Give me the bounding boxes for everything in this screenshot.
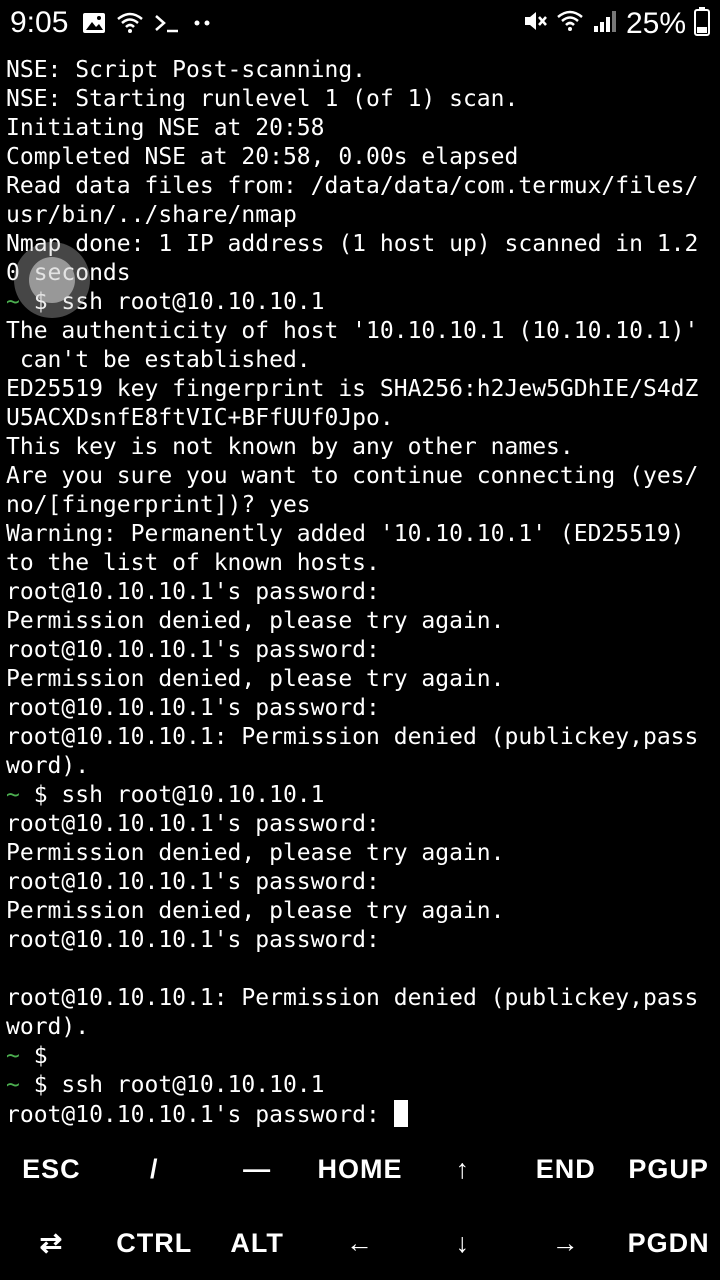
touch-indicator-core [29, 257, 75, 303]
extra-key-pgdn[interactable]: PGDN [617, 1206, 720, 1280]
terminal-line: Permission denied, please try again. [6, 840, 505, 866]
status-left-icons [82, 12, 214, 39]
extra-key-symbol-3[interactable]: ← [309, 1206, 412, 1280]
terminal-line: Are you sure you want to continue connec… [6, 463, 699, 489]
extra-keys-row-2: ⇄ CTRL ALT ← ↓ → PGDN [0, 1206, 720, 1280]
terminal-line: root@10.10.10.1's password: [6, 1100, 716, 1129]
more-dots-icon [190, 12, 214, 39]
terminal-line: word). [6, 1014, 90, 1040]
extra-key-end[interactable]: END [514, 1132, 617, 1206]
terminal-line: NSE: Script Post-scanning. [6, 57, 367, 83]
extra-key-ctrl[interactable]: CTRL [103, 1206, 206, 1280]
terminal-line: ED25519 key fingerprint is SHA256:h2Jew5… [6, 376, 699, 402]
terminal-line: word). [6, 753, 90, 779]
terminal-line: root@10.10.10.1's password: [6, 579, 380, 605]
status-bar: 9:05 25% [0, 0, 720, 50]
prompt-tilde: ~ [6, 1072, 20, 1098]
mute-icon [522, 8, 548, 39]
terminal-line: ~ $ [6, 1043, 48, 1069]
terminal-line: root@10.10.10.1's password: [6, 927, 380, 953]
terminal-line: root@10.10.10.1's password: [6, 637, 380, 663]
terminal-cursor [393, 1100, 408, 1127]
extra-key-esc[interactable]: ESC [0, 1132, 103, 1206]
terminal-line: NSE: Starting runlevel 1 (of 1) scan. [6, 86, 519, 112]
prompt-tilde: ~ [6, 782, 20, 808]
terminal-line: root@10.10.10.1's password: [6, 869, 380, 895]
terminal-line: Warning: Permanently added '10.10.10.1' … [6, 521, 685, 547]
terminal-icon [154, 12, 180, 39]
terminal-line: Completed NSE at 20:58, 0.00s elapsed [6, 144, 519, 170]
extra-key-alt[interactable]: ALT [206, 1206, 309, 1280]
extra-key-symbol-2[interactable]: — [206, 1132, 309, 1206]
extra-key-pgup[interactable]: PGUP [617, 1132, 720, 1206]
terminal-line: to the list of known hosts. [6, 550, 380, 576]
extra-key-symbol-5[interactable]: → [514, 1206, 617, 1280]
terminal-line: Read data files from: /data/data/com.ter… [6, 173, 699, 199]
terminal-line: usr/bin/../share/nmap [6, 202, 297, 228]
terminal-line: The authenticity of host '10.10.10.1 (10… [6, 318, 699, 344]
terminal-line: ~ $ ssh root@10.10.10.1 [6, 289, 325, 315]
terminal-line: root@10.10.10.1: Permission denied (publ… [6, 985, 699, 1011]
terminal-line: no/[fingerprint])? yes [6, 492, 311, 518]
extra-key-home[interactable]: HOME [309, 1132, 412, 1206]
terminal-line: Initiating NSE at 20:58 [6, 115, 325, 141]
terminal-line: ~ $ ssh root@10.10.10.1 [6, 782, 325, 808]
extra-key-symbol-4[interactable]: ↓ [411, 1206, 514, 1280]
extra-key-symbol-1[interactable]: / [103, 1132, 206, 1206]
terminal-line: Permission denied, please try again. [6, 608, 505, 634]
terminal-line: This key is not known by any other names… [6, 434, 574, 460]
terminal-line: root@10.10.10.1's password: [6, 811, 380, 837]
status-right-icons: 25% [522, 6, 710, 41]
extra-key-symbol-0[interactable]: ⇄ [0, 1206, 103, 1280]
signal-icon [592, 8, 618, 39]
terminal-line: root@10.10.10.1: Permission denied (publ… [6, 724, 699, 750]
touch-indicator [14, 242, 90, 318]
terminal-line: ~ $ ssh root@10.10.10.1 [6, 1072, 325, 1098]
battery-icon [694, 6, 710, 41]
extra-keys-bar: ESC / — HOME ↑ END PGUP ⇄ CTRL ALT ← ↓ → PGDN [0, 1132, 720, 1280]
terminal-output[interactable]: NSE: Script Post-scanning. NSE: Starting … [6, 56, 716, 1132]
terminal-line: 0 seconds [6, 260, 131, 286]
extra-keys-row-1: ESC / — HOME ↑ END PGUP [0, 1132, 720, 1206]
battery-percent: 25% [625, 6, 686, 40]
extra-key-symbol-4[interactable]: ↑ [411, 1132, 514, 1206]
wifi-icon [556, 9, 584, 38]
terminal-line: Permission denied, please try again. [6, 898, 505, 924]
terminal-line: Permission denied, please try again. [6, 666, 505, 692]
terminal-line: Nmap done: 1 IP address (1 host up) scan… [6, 231, 699, 257]
prompt-tilde: ~ [6, 1043, 20, 1069]
terminal-line: U5ACXDsnfE8ftVIC+BFfUUf0Jpo. [6, 405, 394, 431]
status-time: 9:05 [10, 6, 69, 39]
terminal-line: can't be established. [6, 347, 311, 373]
wifi-icon [116, 12, 144, 39]
image-icon [82, 12, 106, 39]
terminal-line: root@10.10.10.1's password: [6, 695, 380, 721]
